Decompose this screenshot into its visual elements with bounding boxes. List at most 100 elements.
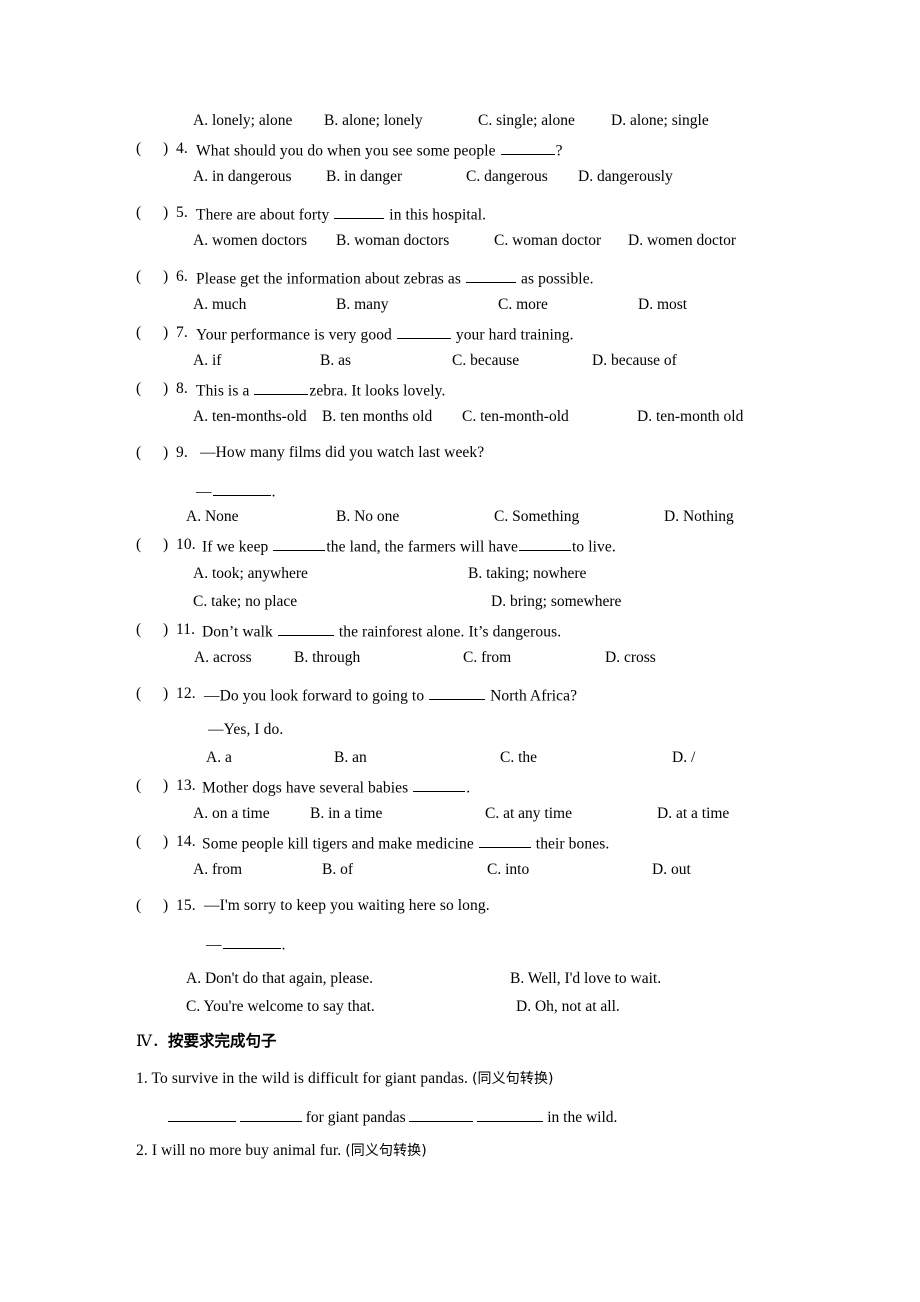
fill-blank[interactable] — [478, 833, 531, 849]
option-c[interactable]: C. take; no place — [193, 593, 297, 611]
option-a[interactable]: A. if — [193, 352, 221, 370]
option-d[interactable]: D. at a time — [657, 805, 729, 823]
fill-blank[interactable] — [273, 536, 326, 552]
option-b[interactable]: B. in a time — [310, 805, 382, 823]
stem-text-after: . — [466, 779, 471, 797]
stem-text-before: Don’t walk — [202, 623, 277, 641]
option-d[interactable]: D. ten-month old — [637, 408, 743, 426]
answer-bracket-open[interactable]: ( — [136, 621, 141, 639]
fill-blank-2[interactable] — [519, 536, 572, 552]
answer-blank-2[interactable] — [239, 1107, 302, 1122]
fill-blank[interactable] — [466, 268, 517, 284]
option-a[interactable]: A. from — [193, 861, 242, 879]
option-d[interactable]: D. because of — [592, 352, 677, 370]
stem-text-before: Mother dogs have several babies — [202, 779, 413, 797]
question-number: 14. — [176, 833, 196, 850]
stem-text-before: There are about forty — [196, 206, 334, 224]
reply-dash: — — [206, 936, 222, 954]
answer-bracket-close: ) — [163, 777, 169, 794]
answer-blank-1[interactable] — [168, 1107, 236, 1122]
option-d[interactable]: D. out — [652, 861, 691, 879]
answer-bracket-open[interactable]: ( — [136, 444, 141, 462]
fill-blank[interactable] — [334, 204, 385, 220]
answer-bracket-open[interactable]: ( — [136, 777, 141, 795]
option-c[interactable]: C. into — [487, 861, 529, 879]
fill-blank[interactable] — [212, 481, 271, 497]
option-c[interactable]: C. the — [500, 749, 537, 767]
question-stem: Your performance is very good your hard … — [196, 324, 574, 344]
option-c[interactable]: C. at any time — [485, 805, 572, 823]
option-a[interactable]: A. across — [194, 649, 252, 667]
option-c[interactable]: C. Something — [494, 508, 579, 526]
option-d[interactable]: D. bring; somewhere — [491, 593, 621, 611]
option-b[interactable]: B. Well, I'd love to wait. — [510, 970, 661, 988]
question-number: 6. — [176, 268, 188, 285]
stem-text-before: Please get the information about zebras … — [196, 270, 466, 288]
option-a[interactable]: A. a — [206, 749, 232, 767]
option-d[interactable]: D. dangerously — [578, 168, 673, 186]
fill-blank[interactable] — [500, 140, 555, 156]
answer-bracket-close: ) — [163, 621, 169, 638]
option-b[interactable]: B. as — [320, 352, 351, 370]
answer-blank-4[interactable] — [477, 1107, 544, 1122]
question-reply-line: —Yes, I do. — [208, 721, 284, 738]
option-b[interactable]: B. many — [336, 296, 389, 314]
answer-bracket-open[interactable]: ( — [136, 685, 141, 703]
answer-bracket-open[interactable]: ( — [136, 897, 141, 915]
answer-bracket-open[interactable]: ( — [136, 536, 141, 554]
option-c[interactable]: C. You're welcome to say that. — [186, 998, 375, 1016]
option-b[interactable]: B. taking; nowhere — [468, 565, 586, 583]
option-b[interactable]: B. in danger — [326, 168, 402, 186]
option-d: D. alone; single — [611, 112, 709, 129]
option-a[interactable]: A. Don't do that again, please. — [186, 970, 373, 988]
question-stem: —How many films did you watch last week? — [200, 444, 485, 461]
option-b[interactable]: B. No one — [336, 508, 399, 526]
fill-blank[interactable] — [277, 621, 334, 637]
fill-blank[interactable] — [254, 380, 309, 396]
option-d[interactable]: D. / — [672, 749, 695, 767]
section-heading: Ⅳ．按要求完成句子 — [136, 1032, 277, 1051]
answer-bracket-open[interactable]: ( — [136, 324, 141, 342]
question-reply-line: —. — [196, 481, 276, 501]
option-b[interactable]: B. through — [294, 649, 360, 667]
option-b[interactable]: B. ten months old — [322, 408, 432, 426]
option-d[interactable]: D. cross — [605, 649, 656, 667]
rewrite-item-1: 1. To survive in the wild is difficult f… — [136, 1070, 554, 1088]
option-a[interactable]: A. in dangerous — [193, 168, 292, 186]
option-c[interactable]: C. ten-month-old — [462, 408, 569, 426]
option-a[interactable]: A. on a time — [193, 805, 270, 823]
option-a[interactable]: A. much — [193, 296, 246, 314]
option-a[interactable]: A. ten-months-old — [193, 408, 307, 426]
option-d[interactable]: D. Nothing — [664, 508, 734, 526]
option-d[interactable]: D. Oh, not at all. — [516, 998, 620, 1016]
question-number: 10. — [176, 536, 196, 553]
option-c[interactable]: C. from — [463, 649, 511, 667]
fill-blank[interactable] — [396, 324, 451, 340]
option-b[interactable]: B. an — [334, 749, 367, 767]
answer-bracket-open[interactable]: ( — [136, 140, 141, 158]
fill-blank[interactable] — [429, 685, 486, 701]
option-a[interactable]: A. None — [186, 508, 239, 526]
option-d[interactable]: D. most — [638, 296, 687, 314]
fill-blank[interactable] — [222, 934, 281, 950]
answer-bracket-open[interactable]: ( — [136, 380, 141, 398]
answer-bracket-close: ) — [163, 140, 169, 157]
option-c[interactable]: C. because — [452, 352, 519, 370]
option-b[interactable]: B. of — [322, 861, 353, 879]
option-a[interactable]: A. took; anywhere — [193, 565, 308, 583]
fill-blank[interactable] — [413, 777, 466, 793]
answer-blank-3[interactable] — [409, 1107, 474, 1122]
stem-text-after: zebra. It looks lovely. — [309, 382, 446, 400]
option-a[interactable]: A. women doctors — [193, 232, 307, 250]
option-c[interactable]: C. woman doctor — [494, 232, 601, 250]
answer-bracket-open[interactable]: ( — [136, 204, 141, 222]
option-d[interactable]: D. women doctor — [628, 232, 736, 250]
question-reply-line: —. — [206, 934, 286, 954]
option-c[interactable]: C. dangerous — [466, 168, 548, 186]
option-c[interactable]: C. more — [498, 296, 548, 314]
question-stem: What should you do when you see some peo… — [196, 140, 563, 160]
option-b[interactable]: B. woman doctors — [336, 232, 449, 250]
answer-bracket-close: ) — [163, 536, 169, 553]
answer-bracket-open[interactable]: ( — [136, 268, 141, 286]
answer-bracket-open[interactable]: ( — [136, 833, 141, 851]
